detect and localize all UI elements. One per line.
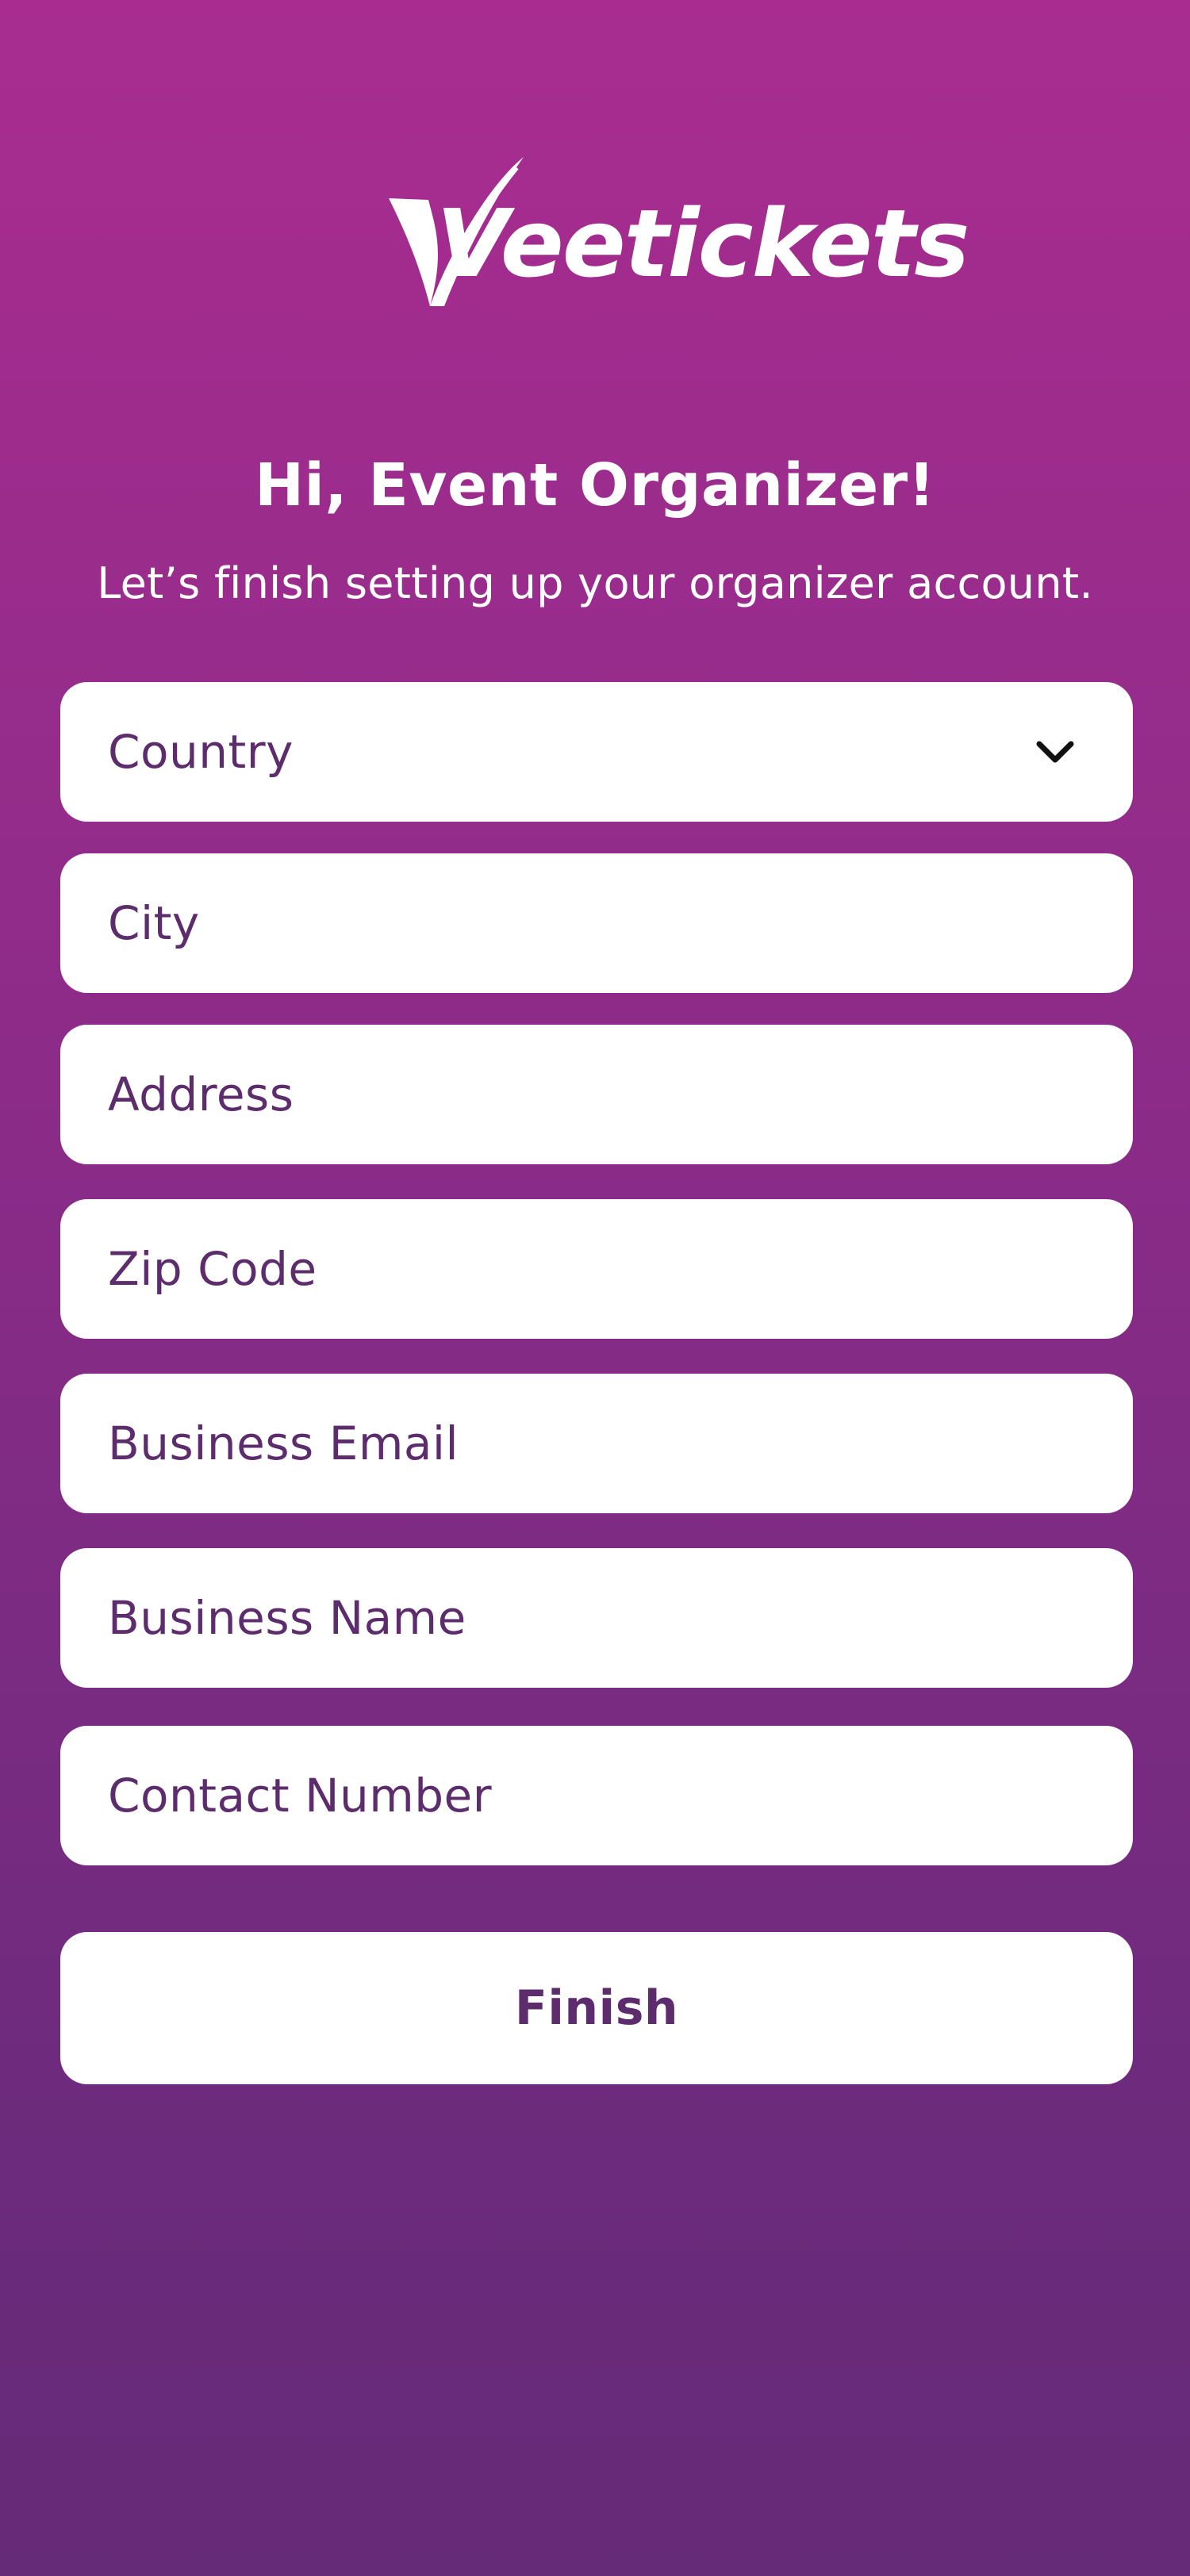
- veetickets-logo: Veetickets: [381, 151, 970, 325]
- page-title: Hi, Event Organizer!: [255, 451, 935, 519]
- business-name-input-placeholder: Business Name: [108, 1591, 466, 1645]
- finish-button[interactable]: Finish: [60, 1932, 1133, 2084]
- address-input-placeholder: Address: [108, 1068, 294, 1121]
- business-name-input[interactable]: Business Name: [60, 1548, 1133, 1688]
- city-input-placeholder: City: [108, 896, 200, 950]
- chevron-down-icon: [1036, 741, 1074, 763]
- business-email-input[interactable]: Business Email: [60, 1374, 1133, 1513]
- finish-button-label: Finish: [514, 1980, 679, 2036]
- zip-code-input-placeholder: Zip Code: [108, 1242, 317, 1296]
- contact-number-input[interactable]: Contact Number: [60, 1726, 1133, 1865]
- country-select-placeholder: Country: [108, 725, 294, 779]
- page-subtitle: Let’s finish setting up your organizer a…: [97, 558, 1093, 608]
- business-email-input-placeholder: Business Email: [108, 1416, 459, 1470]
- logo-wordmark: Veetickets: [436, 189, 970, 298]
- address-input[interactable]: Address: [60, 1025, 1133, 1164]
- country-select[interactable]: Country: [60, 682, 1133, 822]
- contact-number-input-placeholder: Contact Number: [108, 1769, 493, 1823]
- city-input[interactable]: City: [60, 853, 1133, 993]
- zip-code-input[interactable]: Zip Code: [60, 1199, 1133, 1339]
